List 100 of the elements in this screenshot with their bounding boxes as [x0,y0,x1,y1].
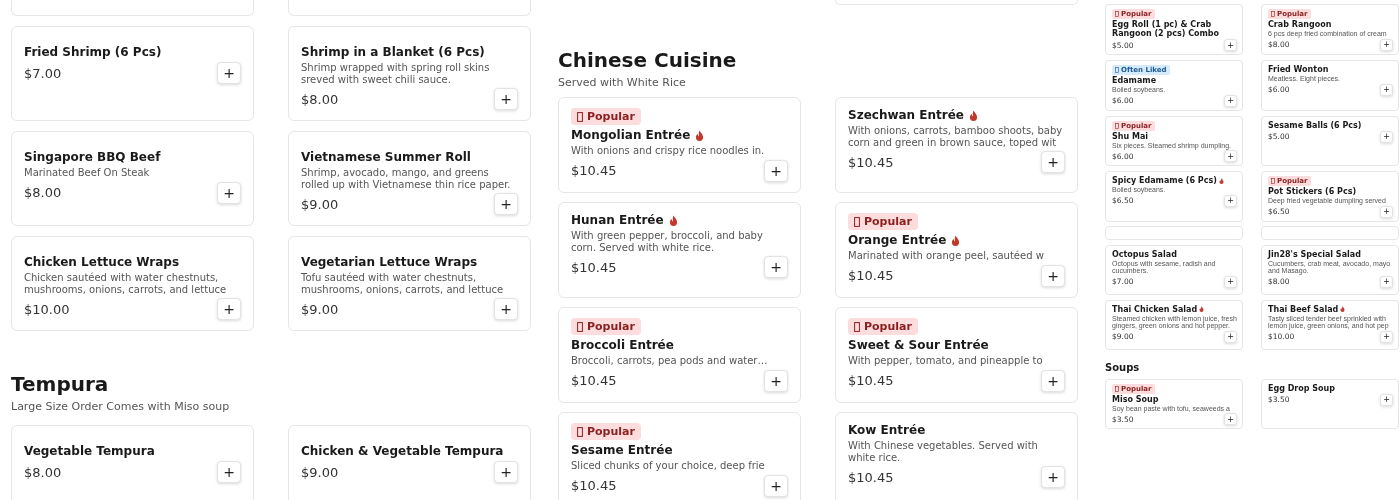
item-name: Egg Drop Soup [1268,383,1335,393]
item-name: Chicken Lettuce Wraps [24,255,180,269]
badge: Popular [571,318,641,335]
square-icon [1115,67,1119,73]
add-button[interactable]: + [1380,205,1393,218]
add-button[interactable]: + [764,474,788,497]
add-button[interactable]: + [764,159,788,182]
add-button[interactable]: + [1380,83,1393,96]
menu-item-card[interactable]: Vietnamese Summer Roll Shrimp, avocado, mango, and greens rolled up with Vietnamese thin rice paper. $9.00 + [288,131,531,226]
item-name: Octopus Salad [1112,249,1177,259]
add-button[interactable]: + [494,88,518,110]
add-button[interactable]: + [1224,94,1237,107]
add-button[interactable]: + [1224,275,1237,288]
square-icon [1271,178,1275,184]
square-icon [577,111,583,122]
badge: Popular [848,318,918,335]
section-title: Chinese Cuisine [558,48,738,72]
item-name: Vietnamese Summer Roll [301,150,471,164]
add-button[interactable]: + [1041,466,1065,488]
section-subtitle: Served with White Rice [558,76,687,89]
item-name: Singapore BBQ Beef [24,150,161,164]
item-description: Chicken sautéed with water chestnuts, mushrooms, onions, carrots, and lettuce [24,272,228,295]
menu-item-card[interactable]: Vegetable Tempura $8.00 + [11,425,254,500]
flame-icon [1199,306,1205,312]
menu-item-card[interactable]: Kow Entrée With Chinese vegetables. Served with white rice. $10.45 + [835,412,1078,500]
menu-item-card[interactable]: Popular Sweet & Sour Entrée With pepper, tomato, and pineapple to $10.45 + [835,307,1078,403]
item-name: Pot Stickers (6 Pcs) [1268,187,1357,196]
menu-item-card[interactable]: Popular Sesame Entrée Sliced chunks of your choice, deep frie $10.45 + [558,412,801,500]
item-description: Marinated Beef On Steak [24,167,151,179]
item-name: Kow Entrée [848,423,926,437]
add-button[interactable]: + [1224,330,1237,343]
item-description: Broccoli, carrots, pea pods and water… [571,355,769,367]
flame-icon [668,214,678,226]
item-price: $10.45 [848,373,894,388]
menu-item-card[interactable]: Chicken Lettuce Wraps Chicken sautéed with water chestnuts, mushrooms, onions, carrots, and lettuce $10.00 + [11,236,254,331]
add-button[interactable]: + [1380,130,1393,143]
item-description: Shrimp wrapped with spring roll skins sreved with sweet chili sauce. [301,62,491,85]
item-description: With pepper, tomato, and pineapple to [848,355,1044,367]
add-button[interactable]: + [764,369,788,392]
add-button[interactable]: + [1041,369,1065,392]
add-button[interactable]: + [1041,151,1065,173]
item-description: With onions, carrots, bamboo shoots, baby corn and green in brown sauce, toped wit [848,125,1064,148]
item-price: $10.45 [571,478,617,493]
add-button[interactable]: + [1224,194,1237,207]
menu-item-card[interactable]: Popular Orange Entrée Marinated with orange peel, sautéed w $10.45 + [835,202,1078,298]
item-price: $10.45 [571,259,617,275]
item-name: Thai Beef Salad [1268,304,1339,314]
item-price: $10.45 [848,154,894,170]
item-price: $7.00 [24,65,62,81]
menu-item-card[interactable]: Vegetarian Lettuce Wraps Tofu sautéed with water chestnuts, mushrooms, onions, carrots, and lettuce $9.00 + [288,236,531,331]
item-description: Marinated with orange peel, sautéed w [848,250,1045,262]
badge: Popular [571,108,641,125]
menu-item-card[interactable]: Fried Shrimp (6 Pcs) $7.00 + [11,26,254,121]
badge: Popular [848,213,918,230]
item-name: Edamame [1112,76,1157,85]
add-button[interactable]: + [1041,264,1065,287]
item-price: $8.00 [24,464,62,480]
square-icon [854,216,860,227]
add-button[interactable]: + [1224,39,1237,51]
item-description: Sliced chunks of your choice, deep frie [571,460,766,472]
item-description: With green pepper, broccoli, and baby corn. Served with white rice. [571,230,764,253]
item-name: Orange Entrée [848,233,947,247]
add-button[interactable]: + [217,181,241,204]
add-button[interactable]: + [217,62,241,84]
item-description: With Chinese vegetables. Served with white rice. [848,440,1039,463]
item-price: $9.00 [301,301,339,317]
item-name: Broccoli Entrée [571,338,674,352]
menu-item-card[interactable]: Popular Broccoli Entrée Broccoli, carrots, pea pods and water… $10.45 + [558,307,801,403]
add-button[interactable]: + [494,461,518,483]
item-price: $8.00 [301,91,339,107]
menu-item-card[interactable]: Hunan Entrée With green pepper, broccoli, and baby corn. Served with white rice. $10.45 + [558,202,801,298]
square-icon [1115,385,1119,392]
item-name: Shu Mai [1112,131,1149,141]
flame-icon [1340,306,1346,312]
item-name: Jin28's Special Salad [1268,249,1361,259]
item-name: Vegetable Tempura [24,444,155,458]
item-name: Spicy Edamame (6 Pcs) [1112,176,1217,185]
add-button[interactable]: + [1380,275,1393,288]
add-button[interactable]: + [1224,150,1237,162]
item-name: Miso Soup [1112,394,1159,404]
add-button[interactable]: + [217,461,241,483]
square-icon [1115,11,1119,17]
menu-item-card[interactable]: Chicken & Vegetable Tempura $9.00 + [288,425,531,500]
menu-item-card[interactable]: Szechwan Entrée With onions, carrots, bamboo shoots, baby corn and green in brown sauce, toped wit $10.45 + [835,97,1078,193]
flame-icon [1218,177,1224,184]
flame-icon [951,234,961,246]
menu-item-card[interactable]: Shrimp in a Blanket (6 Pcs) Shrimp wrapped with spring roll skins sreved with sweet chili sauce. $8.00 + [288,26,531,121]
add-button[interactable]: + [1380,38,1393,51]
add-button[interactable]: + [1224,413,1237,425]
add-button[interactable]: + [1380,330,1393,343]
item-name: Sesame Balls (6 Pcs) [1268,120,1362,130]
add-button[interactable]: + [1380,393,1393,406]
item-price: $10.45 [571,163,617,178]
add-button[interactable]: + [494,298,518,320]
item-price: $10.00 [24,301,70,317]
add-button[interactable]: + [764,256,788,278]
menu-item-card[interactable]: Popular Mongolian Entrée With onions and crispy rice noodles in. $10.45 + [558,97,801,193]
add-button[interactable]: + [217,298,241,320]
add-button[interactable]: + [494,193,518,215]
menu-item-card[interactable]: Singapore BBQ Beef Marinated Beef On Steak $8.00 + [11,131,254,226]
